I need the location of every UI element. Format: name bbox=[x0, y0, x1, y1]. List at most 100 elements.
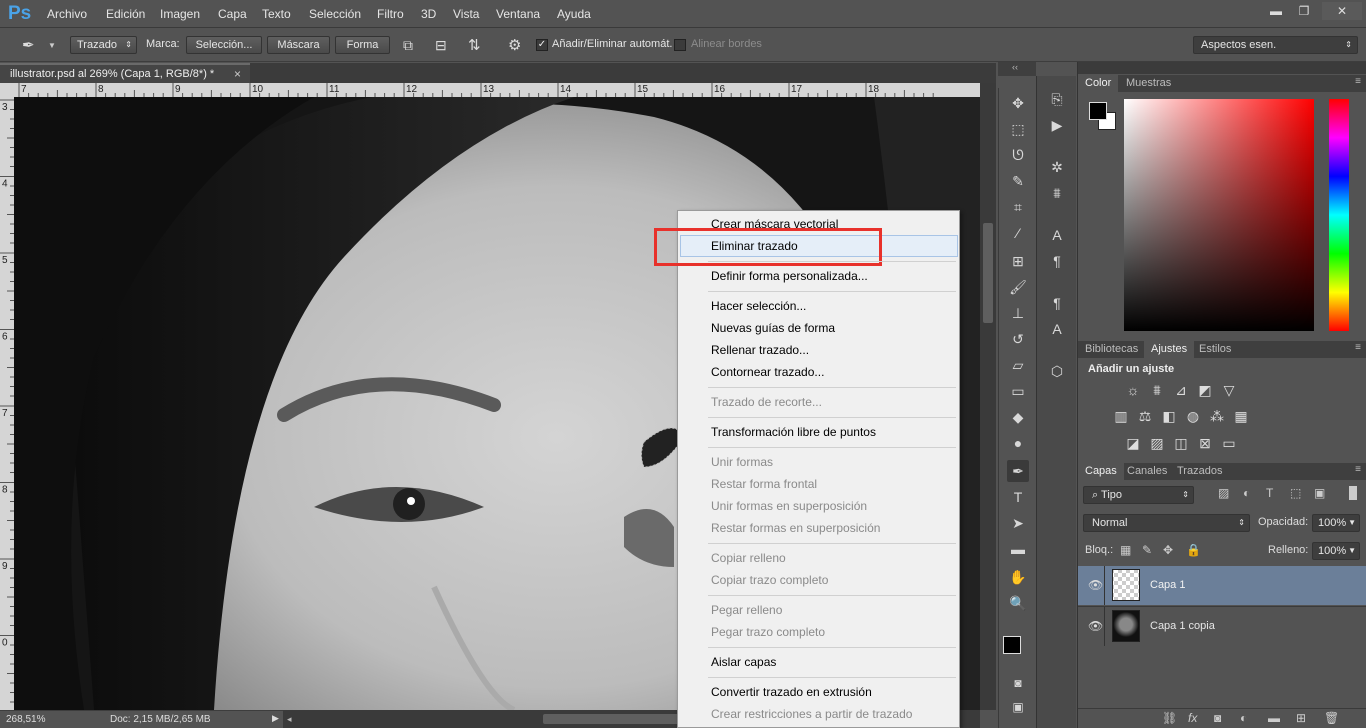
history-panel-icon[interactable]: ⎘ bbox=[1045, 88, 1069, 110]
pen-tool-preset-icon[interactable]: ✒ bbox=[22, 36, 44, 56]
workspace-select[interactable]: Aspectos esen. ⇕ bbox=[1193, 36, 1358, 54]
vertical-scroll-thumb[interactable] bbox=[983, 223, 993, 323]
eye-icon[interactable]: 👁 bbox=[1088, 619, 1103, 633]
color-balance-icon[interactable]: ⚖ bbox=[1136, 407, 1154, 425]
fill-input[interactable]: 100% ▼ bbox=[1312, 542, 1360, 560]
vibrance-adjustment-icon[interactable]: ▽ bbox=[1220, 381, 1238, 399]
filter-toggle[interactable] bbox=[1349, 486, 1357, 500]
menu-archivo[interactable]: Archivo bbox=[47, 7, 87, 21]
color-lookup-icon[interactable]: ▦ bbox=[1232, 407, 1250, 425]
blur-tool-icon[interactable]: ◆ bbox=[1007, 406, 1029, 428]
pen-tool-icon[interactable]: ✒ bbox=[1007, 460, 1029, 482]
hand-tool-icon[interactable]: ✋ bbox=[1007, 566, 1029, 588]
fx-icon[interactable]: fx bbox=[1188, 711, 1197, 725]
vertical-scrollbar[interactable] bbox=[980, 83, 996, 710]
layer-name[interactable]: Capa 1 copia bbox=[1150, 620, 1215, 632]
shape-button[interactable]: Forma bbox=[335, 36, 390, 54]
selective-color-icon[interactable]: ⊠ bbox=[1196, 434, 1214, 452]
layer-mask-icon[interactable]: ◙ bbox=[1214, 711, 1221, 725]
path-mode-select[interactable]: Trazado ⇕ bbox=[70, 36, 137, 54]
filter-type-icon[interactable]: T bbox=[1266, 486, 1273, 500]
tab-canales[interactable]: Canales bbox=[1120, 463, 1174, 480]
screen-mode-icon[interactable]: ▣ bbox=[1007, 696, 1029, 718]
menu-ventana[interactable]: Ventana bbox=[496, 7, 540, 21]
invert-icon[interactable]: ◪ bbox=[1124, 434, 1142, 452]
align-edges-checkbox[interactable] bbox=[674, 39, 686, 51]
eraser-tool-icon[interactable]: ▱ bbox=[1007, 354, 1029, 376]
zoom-level[interactable]: 268,51% bbox=[6, 714, 45, 725]
black-white-icon[interactable]: ◧ bbox=[1160, 407, 1178, 425]
blend-mode-select[interactable]: Normal ⇕ bbox=[1083, 514, 1250, 532]
lasso-tool-icon[interactable]: ᘎ bbox=[1007, 144, 1029, 166]
menu-capa[interactable]: Capa bbox=[218, 7, 247, 21]
move-tool-icon[interactable]: ✥ bbox=[1007, 92, 1029, 114]
paragraph-panel-icon[interactable]: ¶ bbox=[1045, 250, 1069, 272]
type-tool-icon[interactable]: T bbox=[1007, 486, 1029, 508]
panel-menu-icon[interactable]: ≡ bbox=[1355, 76, 1361, 87]
posterize-icon[interactable]: ▨ bbox=[1148, 434, 1166, 452]
new-layer-icon[interactable]: ⊞ bbox=[1296, 711, 1306, 725]
tab-color[interactable]: Color bbox=[1078, 75, 1119, 92]
lock-all-icon[interactable]: 🔒 bbox=[1186, 543, 1201, 557]
character-styles-icon[interactable]: A bbox=[1045, 318, 1069, 340]
character-panel-icon[interactable]: A bbox=[1045, 224, 1069, 246]
lock-pixels-icon[interactable]: ✎ bbox=[1142, 543, 1152, 557]
clone-stamp-tool-icon[interactable]: ⊥ bbox=[1007, 302, 1029, 324]
menu-item-aislar-capas[interactable]: Aislar capas bbox=[711, 652, 776, 672]
path-operations-icon[interactable]: ⧉ bbox=[403, 37, 413, 54]
brush-tool-icon[interactable]: 🖌 bbox=[1007, 276, 1029, 298]
menu-texto[interactable]: Texto bbox=[262, 7, 291, 21]
actions-panel-icon[interactable]: ▶ bbox=[1045, 114, 1069, 136]
filter-smart-object-icon[interactable]: ▣ bbox=[1314, 486, 1325, 500]
opacity-input[interactable]: 100% ▼ bbox=[1312, 514, 1360, 532]
menu-3d[interactable]: 3D bbox=[421, 7, 436, 21]
menu-imagen[interactable]: Imagen bbox=[160, 7, 200, 21]
levels-adjustment-icon[interactable]: ⩩ bbox=[1148, 381, 1166, 399]
path-arrangement-icon[interactable]: ⇅ bbox=[468, 36, 481, 54]
hue-slider[interactable] bbox=[1329, 99, 1349, 331]
menu-item-transformacion-libre[interactable]: Transformación libre de puntos bbox=[711, 422, 876, 442]
dodge-tool-icon[interactable]: ● bbox=[1007, 432, 1029, 454]
panel-menu-icon[interactable]: ≡ bbox=[1355, 342, 1361, 353]
selection-button[interactable]: Selección... bbox=[186, 36, 262, 54]
foreground-color-swatch[interactable] bbox=[1003, 636, 1021, 654]
brightness-adjustment-icon[interactable]: ☼ bbox=[1124, 381, 1142, 399]
menu-item-nuevas-guias[interactable]: Nuevas guías de forma bbox=[711, 318, 835, 338]
layer-row[interactable]: 👁 Capa 1 copia bbox=[1078, 606, 1366, 646]
close-tab-icon[interactable]: × bbox=[234, 67, 241, 81]
eye-icon[interactable]: 👁 bbox=[1088, 578, 1103, 592]
tab-capas[interactable]: Capas bbox=[1078, 463, 1124, 480]
adjustment-layer-icon[interactable]: ◐ bbox=[1240, 711, 1247, 725]
zoom-tool-icon[interactable]: 🔍 bbox=[1007, 592, 1029, 614]
toolbox-header[interactable]: ‹‹ bbox=[998, 62, 1036, 76]
eyedropper-tool-icon[interactable]: ⁄ bbox=[1007, 222, 1029, 244]
tab-ajustes[interactable]: Ajustes bbox=[1144, 341, 1195, 358]
group-folder-icon[interactable]: ▬ bbox=[1268, 711, 1280, 725]
menu-item-hacer-seleccion[interactable]: Hacer selección... bbox=[711, 296, 806, 316]
quick-selection-tool-icon[interactable]: ✎ bbox=[1007, 170, 1029, 192]
brush-presets-icon[interactable]: ⩩ bbox=[1045, 182, 1069, 204]
3d-panel-icon[interactable]: ⬡ bbox=[1045, 360, 1069, 382]
filter-pixel-icon[interactable]: ▨ bbox=[1218, 486, 1229, 500]
gradient-tool-icon[interactable]: ▭ bbox=[1007, 380, 1029, 402]
layer-name[interactable]: Capa 1 bbox=[1150, 579, 1185, 591]
menu-item-convertir-extrusion[interactable]: Convertir trazado en extrusión bbox=[711, 682, 872, 702]
status-menu-arrow-icon[interactable]: ▶ bbox=[272, 713, 279, 724]
crop-tool-icon[interactable]: ⌗ bbox=[1007, 196, 1029, 218]
panel-menu-icon[interactable]: ≡ bbox=[1355, 464, 1361, 475]
menu-seleccion[interactable]: Selección bbox=[309, 7, 361, 21]
menu-item-contornear-trazado[interactable]: Contornear trazado... bbox=[711, 362, 824, 382]
horizontal-scroll-thumb[interactable] bbox=[543, 714, 693, 724]
tab-bibliotecas[interactable]: Bibliotecas bbox=[1078, 341, 1145, 358]
threshold-icon[interactable]: ◫ bbox=[1172, 434, 1190, 452]
healing-brush-tool-icon[interactable]: ⊞ bbox=[1007, 250, 1029, 272]
link-layers-icon[interactable]: ⛓ bbox=[1162, 711, 1177, 725]
lock-position-icon[interactable]: ✥ bbox=[1163, 543, 1173, 557]
path-alignment-icon[interactable]: ⊟ bbox=[435, 37, 447, 54]
menu-ayuda[interactable]: Ayuda bbox=[557, 7, 591, 21]
maximize-button[interactable]: ❐ bbox=[1290, 2, 1318, 20]
color-foreground-swatch[interactable] bbox=[1089, 102, 1107, 120]
minimize-button[interactable]: ▬ bbox=[1262, 2, 1290, 20]
path-selection-tool-icon[interactable]: ➤ bbox=[1007, 512, 1029, 534]
scroll-left-icon[interactable]: ◂ bbox=[287, 714, 292, 725]
